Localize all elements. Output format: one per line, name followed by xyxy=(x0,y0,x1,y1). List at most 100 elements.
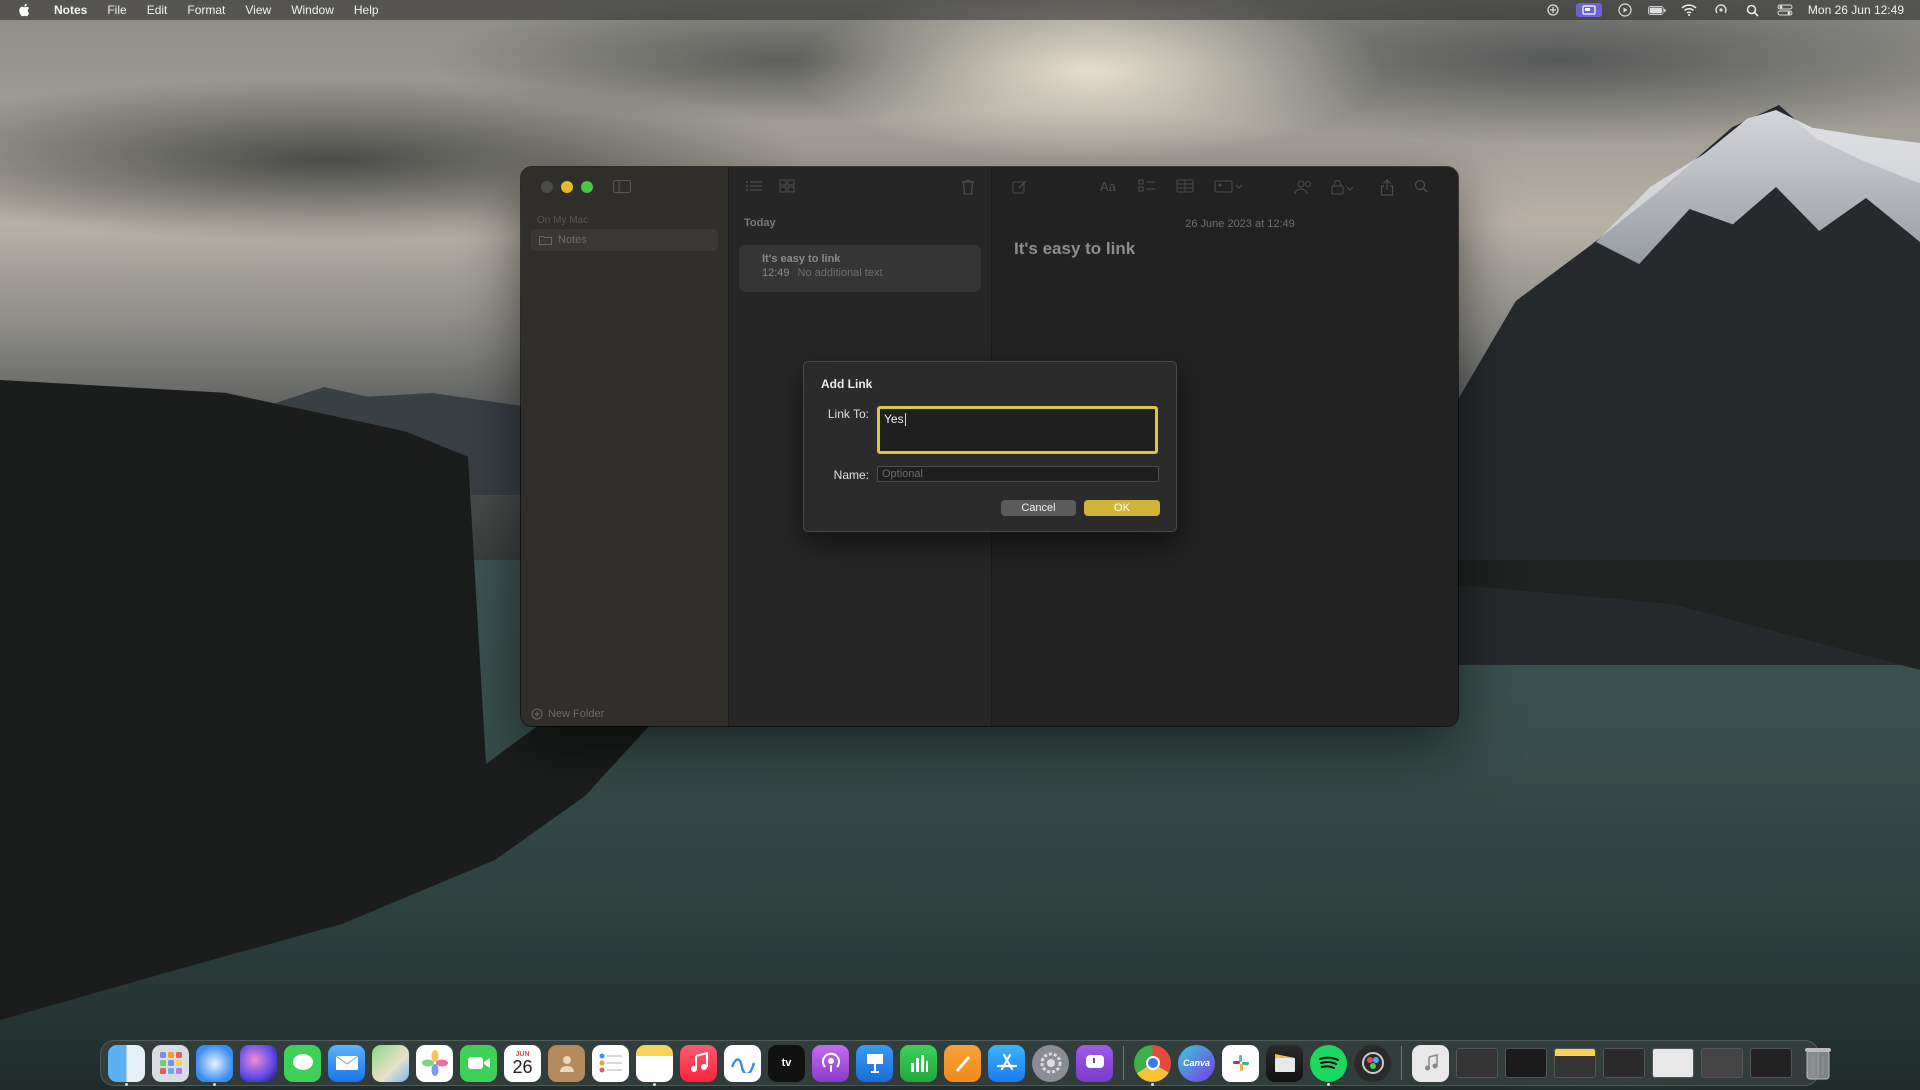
calendar-icon[interactable]: JUN 26 xyxy=(504,1044,541,1082)
control-center-icon[interactable] xyxy=(1776,3,1794,17)
folder-icon xyxy=(539,236,552,245)
menu-file[interactable]: File xyxy=(97,0,136,20)
cloud-sync-icon[interactable] xyxy=(1544,3,1562,17)
music-icon[interactable] xyxy=(680,1044,717,1082)
media-icon[interactable] xyxy=(1214,179,1244,198)
svg-text:Aa: Aa xyxy=(1100,179,1117,193)
minimized-window-thumbnail[interactable] xyxy=(1554,1048,1596,1078)
menu-bar: Notes File Edit Format View Window Help xyxy=(0,0,1920,20)
safari-icon[interactable] xyxy=(196,1044,233,1086)
system-settings-icon[interactable] xyxy=(1032,1044,1069,1082)
menu-bar-clock[interactable]: Mon 26 Jun 12:49 xyxy=(1808,3,1904,17)
zoom-window-button[interactable] xyxy=(581,181,593,193)
note-list-item[interactable]: It's easy to link 12:49 No additional te… xyxy=(739,245,981,292)
name-label: Name: xyxy=(833,468,869,482)
maps-icon[interactable] xyxy=(372,1044,409,1082)
canva-icon[interactable]: Canva xyxy=(1178,1044,1215,1082)
text-caret xyxy=(904,413,906,427)
minimized-window-thumbnail[interactable] xyxy=(1603,1048,1645,1078)
new-folder-button[interactable]: New Folder xyxy=(531,708,604,720)
menu-help[interactable]: Help xyxy=(344,0,389,20)
chrome-icon[interactable] xyxy=(1134,1044,1171,1086)
list-toolbar xyxy=(745,179,795,198)
sidebar-section-label: On My Mac xyxy=(537,215,589,226)
siri-icon[interactable] xyxy=(240,1044,277,1082)
menu-view[interactable]: View xyxy=(235,0,281,20)
note-date: 26 June 2023 at 12:49 xyxy=(1185,218,1295,230)
airdrop-icon[interactable] xyxy=(1712,3,1730,17)
sidebar-item-notes[interactable]: Notes xyxy=(531,229,718,251)
feedback-icon[interactable] xyxy=(1076,1044,1113,1082)
calendar-day: 26 xyxy=(512,1056,533,1077)
note-item-time: 12:49 xyxy=(762,267,790,279)
pages-icon[interactable] xyxy=(944,1044,981,1082)
contacts-icon[interactable] xyxy=(548,1044,585,1082)
freeform-icon[interactable] xyxy=(724,1044,761,1082)
canva-label: Canva xyxy=(1182,1058,1210,1068)
reminders-icon[interactable] xyxy=(592,1044,629,1082)
apple-menu-icon[interactable] xyxy=(18,3,32,17)
menu-edit[interactable]: Edit xyxy=(137,0,178,20)
launchpad-icon[interactable] xyxy=(152,1044,189,1082)
wifi-icon[interactable] xyxy=(1680,3,1698,17)
note-list-date-header: Today xyxy=(744,217,776,229)
trash-icon[interactable] xyxy=(1799,1045,1836,1082)
notes-app-icon[interactable] xyxy=(636,1044,673,1086)
final-cut-icon[interactable] xyxy=(1266,1044,1303,1082)
dock-separator xyxy=(1401,1046,1402,1080)
close-window-button[interactable] xyxy=(541,181,553,193)
dock: JUN 26 tv Canva xyxy=(100,1040,1831,1086)
link-to-field[interactable]: Yes xyxy=(877,406,1158,454)
search-icon[interactable] xyxy=(1744,3,1762,17)
minimized-window-thumbnail[interactable] xyxy=(1456,1048,1498,1078)
note-title[interactable]: It's easy to link xyxy=(1014,239,1135,259)
dock-separator xyxy=(1123,1046,1124,1080)
delete-note-icon[interactable] xyxy=(961,179,975,200)
tv-icon[interactable]: tv xyxy=(768,1044,805,1082)
numbers-icon[interactable] xyxy=(900,1044,937,1082)
tv-label: tv xyxy=(781,1057,792,1069)
checklist-icon[interactable] xyxy=(1138,179,1156,198)
ok-button[interactable]: OK xyxy=(1084,500,1160,516)
share-icon[interactable] xyxy=(1380,179,1394,201)
gallery-view-icon[interactable] xyxy=(779,179,795,198)
lock-icon[interactable] xyxy=(1330,179,1356,200)
keynote-icon[interactable] xyxy=(856,1044,893,1082)
sidebar-toggle-icon[interactable] xyxy=(613,180,631,198)
app-store-icon[interactable] xyxy=(988,1044,1025,1082)
compose-icon[interactable] xyxy=(1012,179,1028,200)
plus-circle-icon xyxy=(531,708,543,720)
minimized-window-thumbnail[interactable] xyxy=(1505,1048,1547,1078)
minimized-window-thumbnail[interactable] xyxy=(1701,1048,1743,1078)
sidebar: On My Mac Notes New Folder xyxy=(521,167,729,726)
minimize-window-button[interactable] xyxy=(561,181,573,193)
text-format-icon[interactable]: Aa xyxy=(1100,179,1120,198)
photos-icon[interactable] xyxy=(416,1044,453,1082)
davinci-resolve-icon[interactable] xyxy=(1354,1044,1391,1082)
menu-window[interactable]: Window xyxy=(281,0,344,20)
play-icon[interactable] xyxy=(1616,3,1634,17)
menu-format[interactable]: Format xyxy=(177,0,235,20)
messages-icon[interactable] xyxy=(284,1044,321,1082)
screen-mirroring-icon[interactable] xyxy=(1575,3,1602,17)
battery-icon[interactable] xyxy=(1647,3,1666,17)
facetime-icon[interactable] xyxy=(460,1044,497,1082)
spotify-icon[interactable] xyxy=(1310,1044,1347,1086)
music-document-icon[interactable] xyxy=(1412,1044,1449,1082)
cancel-button[interactable]: Cancel xyxy=(1001,500,1076,516)
minimized-window-thumbnail[interactable] xyxy=(1652,1048,1694,1078)
name-field[interactable] xyxy=(877,466,1159,482)
collaborate-icon[interactable] xyxy=(1294,179,1314,200)
table-icon[interactable] xyxy=(1176,179,1194,198)
new-folder-label: New Folder xyxy=(548,708,605,720)
slack-icon[interactable] xyxy=(1222,1044,1259,1082)
list-view-icon[interactable] xyxy=(745,179,763,198)
minimized-window-thumbnail[interactable] xyxy=(1750,1048,1792,1078)
finder-icon[interactable] xyxy=(108,1044,145,1086)
menu-app-name[interactable]: Notes xyxy=(44,0,97,20)
add-link-dialog: Add Link Link To: Yes Name: Cancel OK xyxy=(803,361,1177,532)
mail-icon[interactable] xyxy=(328,1044,365,1082)
sidebar-item-label: Notes xyxy=(558,234,587,246)
podcasts-icon[interactable] xyxy=(812,1044,849,1082)
search-notes-icon[interactable] xyxy=(1414,179,1428,198)
